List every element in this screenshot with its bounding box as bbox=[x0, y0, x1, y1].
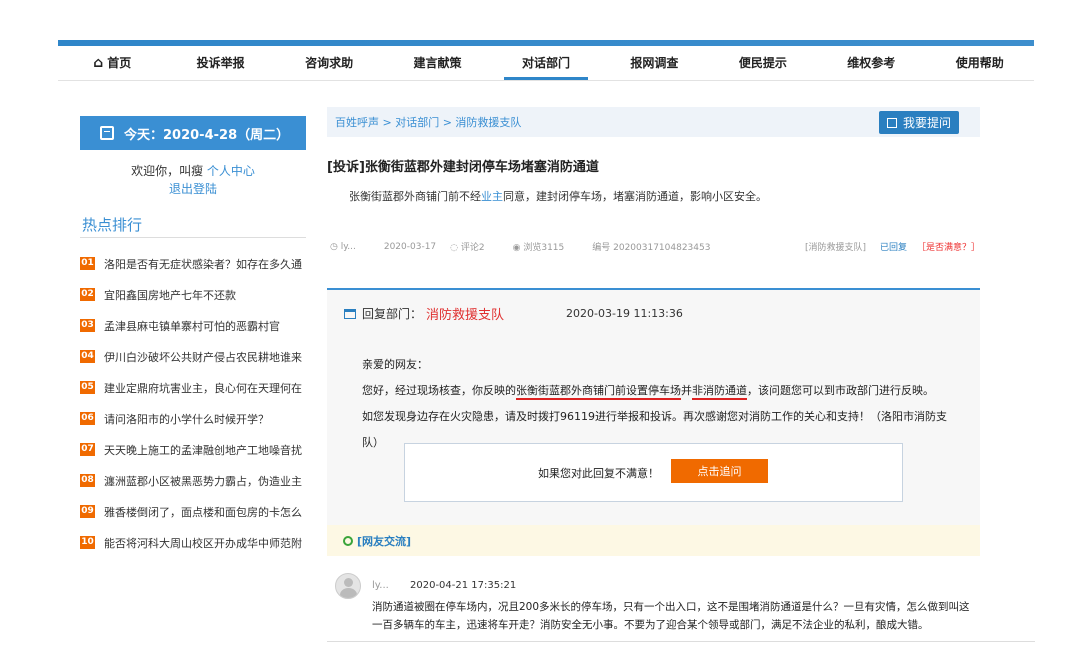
hot-item-text: 天天晚上施工的孟津融创地产工地噪音扰 bbox=[104, 443, 302, 457]
hot-item-text: 瀍洲蓝郡小区被黑恶势力霸占，伪造业主 bbox=[104, 474, 302, 488]
hot-item[interactable]: 03 孟津县麻屯镇单寨村可怕的恶霸村官 bbox=[80, 310, 306, 341]
reply-paragraph-1: 您好，经过现场核查，你反映的张衡街蓝郡外商铺门前设置停车场并非消防通道，该问题您… bbox=[362, 384, 934, 397]
post-description: 张衡街蓝郡外商铺门前不经业主同意，建封闭停车场，堵塞消防通道，影响小区安全。 bbox=[349, 190, 767, 203]
post-date: 2020-03-17 bbox=[383, 241, 437, 252]
welcome-text: 欢迎你，叫瘦 bbox=[131, 164, 204, 178]
hot-list: 01 洛阳是否有无症状感染者？如存在多久通 02 宜阳鑫国房地产七年不还款 03 孟津… bbox=[80, 248, 306, 558]
replied-status[interactable]: 已回复 bbox=[880, 240, 907, 253]
hot-item-text: 孟津县麻屯镇单寨村可怕的恶霸村官 bbox=[104, 319, 280, 333]
rank-badge: 06 bbox=[80, 412, 95, 425]
comment-header: ly... 2020-04-21 17:35:21 bbox=[372, 580, 516, 591]
main-nav: ⌂ 首页 投诉举报 咨询求助 建言献策 对话部门 报网调查 便民提示 维权参考 使… bbox=[58, 46, 1034, 81]
chat-icon bbox=[343, 535, 353, 546]
rank-badge: 05 bbox=[80, 381, 95, 394]
nav-suggest[interactable]: 建言献策 bbox=[383, 46, 491, 80]
reply-dept: 消防救援支队 bbox=[426, 308, 505, 323]
post-meta: ◷ ly... 2020-03-17 ◌ 评论2 ◉ 浏览3115 编号 202… bbox=[330, 240, 980, 254]
welcome-box: 欢迎你，叫瘦 个人中心 退出登陆 bbox=[80, 162, 306, 198]
calendar-icon bbox=[100, 126, 114, 140]
comment-user: ly... bbox=[372, 580, 389, 591]
home-icon: ⌂ bbox=[93, 55, 104, 71]
reply-body: 亲爱的网友： 您好，经过现场核查，你反映的张衡街蓝郡外商铺门前设置停车场并非消防… bbox=[362, 352, 962, 456]
hot-item-text: 雅香楼倒闭了，面点楼和面包房的卡怎么 bbox=[104, 505, 302, 519]
hot-item[interactable]: 01 洛阳是否有无症状感染者？如存在多久通 bbox=[80, 248, 306, 279]
hot-item-text: 宜阳鑫国房地产七年不还款 bbox=[104, 288, 236, 302]
post-number: 编号 20200317104823453 bbox=[592, 243, 711, 253]
nav-home[interactable]: ⌂ 首页 bbox=[58, 46, 166, 80]
hot-item[interactable]: 10 能否将河科大周山校区开办成华中师范附 bbox=[80, 527, 306, 558]
personal-center-link[interactable]: 个人中心 bbox=[207, 164, 255, 178]
post-views: ◉ 浏览3115 bbox=[512, 243, 565, 253]
hot-item[interactable]: 07 天天晚上施工的孟津融创地产工地噪音扰 bbox=[80, 434, 306, 465]
hot-item-text: 能否将河科大周山校区开办成华中师范附 bbox=[104, 536, 302, 550]
hot-item[interactable]: 02 宜阳鑫国房地产七年不还款 bbox=[80, 279, 306, 310]
hot-divider bbox=[80, 237, 306, 238]
nav-consult[interactable]: 咨询求助 bbox=[275, 46, 383, 80]
hot-item-text: 建业定鼎府坑害业主，良心何在天理何在 bbox=[104, 381, 302, 395]
bottom-divider bbox=[327, 641, 1035, 642]
rank-badge: 10 bbox=[80, 536, 95, 549]
nav-tips[interactable]: 便民提示 bbox=[709, 46, 817, 80]
hot-ranking-title: 热点排行 bbox=[82, 216, 143, 234]
building-icon bbox=[344, 308, 356, 319]
logout-link[interactable]: 退出登陆 bbox=[169, 182, 217, 196]
follow-up-button[interactable]: 点击追问 bbox=[671, 459, 768, 483]
rank-badge: 02 bbox=[80, 288, 95, 301]
reply-time: 2020-03-19 11:13:36 bbox=[566, 307, 683, 320]
edit-icon bbox=[886, 117, 897, 128]
nav-rights[interactable]: 维权参考 bbox=[817, 46, 925, 80]
rank-badge: 03 bbox=[80, 319, 95, 332]
hot-item[interactable]: 04 伊川白沙破坏公共财产侵占农民耕地谁来 bbox=[80, 341, 306, 372]
dept-tag: [消防救援支队] bbox=[804, 243, 866, 253]
satisfied-link[interactable]: ［是否满意？］ bbox=[917, 240, 980, 253]
comment-time: 2020-04-21 17:35:21 bbox=[410, 580, 517, 591]
hot-item-text: 请问洛阳市的小学什么时候开学？ bbox=[104, 412, 269, 426]
reply-header: 回复部门： 消防救援支队 2020-03-19 11:13:36 bbox=[344, 304, 683, 323]
ask-question-button[interactable]: 我要提问 bbox=[879, 111, 959, 134]
netizen-exchange-header: [网友交流] bbox=[327, 525, 980, 556]
hot-item[interactable]: 09 雅香楼倒闭了，面点楼和面包房的卡怎么 bbox=[80, 496, 306, 527]
today-text: 今天：2020-4-28（周二） bbox=[124, 127, 290, 143]
avatar bbox=[335, 573, 361, 599]
ask-question-label: 我要提问 bbox=[902, 116, 951, 130]
owner-link[interactable]: 业主 bbox=[481, 190, 503, 203]
rank-badge: 07 bbox=[80, 443, 95, 456]
post-comments: ◌ 评论2 bbox=[450, 243, 485, 253]
nav-complaint[interactable]: 投诉举报 bbox=[166, 46, 274, 80]
rank-badge: 09 bbox=[80, 505, 95, 518]
today-banner: 今天：2020-4-28（周二） bbox=[80, 116, 306, 150]
hot-item[interactable]: 06 请问洛阳市的小学什么时候开学？ bbox=[80, 403, 306, 434]
comment-text: 消防通道被圈在停车场内，况且200多米长的停车场，只有一个出入口，这不是围堵消防… bbox=[372, 601, 970, 631]
rank-badge: 08 bbox=[80, 474, 95, 487]
rank-badge: 04 bbox=[80, 350, 95, 363]
nav-dialogue[interactable]: 对话部门 bbox=[492, 46, 600, 80]
hot-item[interactable]: 05 建业定鼎府坑害业主，良心何在天理何在 bbox=[80, 372, 306, 403]
hot-item-text: 洛阳是否有无症状感染者？如存在多久通 bbox=[104, 257, 302, 271]
hot-item-text: 伊川白沙破坏公共财产侵占农民耕地谁来 bbox=[104, 350, 302, 364]
reply-greeting: 亲爱的网友： bbox=[362, 358, 428, 371]
dissatisfied-text: 如果您对此回复不满意！ bbox=[538, 467, 659, 480]
rank-badge: 01 bbox=[80, 257, 95, 270]
post-title: [投诉]张衡街蓝郡外建封闭停车场堵塞消防通道 bbox=[327, 160, 599, 175]
hot-item[interactable]: 08 瀍洲蓝郡小区被黑恶势力霸占，伪造业主 bbox=[80, 465, 306, 496]
post-author: ◷ ly... bbox=[330, 241, 356, 252]
nav-help[interactable]: 使用帮助 bbox=[926, 46, 1034, 80]
nav-survey[interactable]: 报网调查 bbox=[600, 46, 708, 80]
